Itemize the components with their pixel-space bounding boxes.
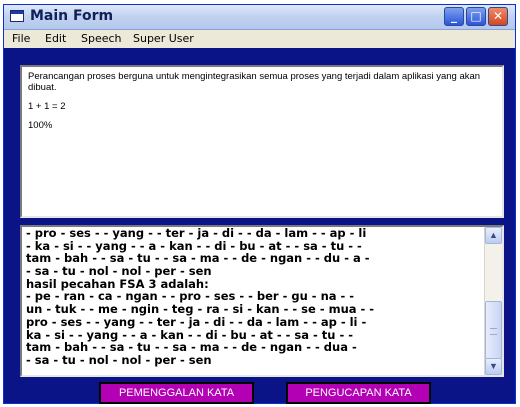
window-app-icon [10, 10, 24, 22]
vertical-scrollbar[interactable]: ▲ ▼ [484, 227, 502, 375]
output-line: tam - bah - - sa - tu - - sa - ma - - de… [26, 340, 357, 355]
output-line: un - tuk - - me - ngin - teg - ra - si -… [26, 302, 375, 317]
description-text: Perancangan proses berguna untuk mengint… [28, 71, 481, 93]
close-button[interactable]: ✕ [488, 7, 508, 26]
maximize-button[interactable]: □ [466, 7, 486, 26]
menu-speech[interactable]: Speech [81, 32, 122, 45]
menu-bar: File Edit Speech Super User [4, 30, 515, 48]
scroll-down-arrow-icon[interactable]: ▼ [485, 358, 502, 375]
output-line: - sa - tu - nol - nol - per - sen [26, 264, 212, 279]
scrollbar-thumb[interactable] [485, 301, 502, 359]
output-line: - sa - tu - nol - nol - per - sen [26, 352, 212, 367]
word-pronunciation-button[interactable]: PENGUCAPAN KATA [286, 382, 431, 404]
window-title: Main Form [30, 8, 114, 24]
output-line: pro - ses - - yang - - ter - ja - di - -… [26, 314, 367, 329]
input-text-panel[interactable]: Perancangan proses berguna untuk mengint… [20, 65, 504, 218]
word-segmentation-button[interactable]: PEMENGGALAN KATA [99, 382, 254, 404]
scroll-up-arrow-icon[interactable]: ▲ [485, 227, 502, 244]
menu-edit[interactable]: Edit [45, 32, 66, 45]
menu-file[interactable]: File [12, 32, 30, 45]
menu-super-user[interactable]: Super User [133, 32, 194, 45]
title-bar[interactable]: Main Form _ □ ✕ [4, 5, 515, 30]
scroll-grip-icon [490, 328, 497, 335]
output-text-area[interactable]: - pro - ses - - yang - - ter - ja - di -… [26, 227, 482, 373]
output-line: - pro - ses - - yang - - ter - ja - di -… [26, 227, 367, 240]
main-form-window: Main Form _ □ ✕ File Edit Speech Super U… [3, 4, 516, 404]
equation-text: 1 + 1 = 2 [28, 101, 66, 112]
minimize-button[interactable]: _ [444, 7, 464, 26]
output-text-panel[interactable]: - pro - ses - - yang - - ter - ja - di -… [20, 225, 504, 377]
percent-text: 100% [28, 120, 53, 131]
